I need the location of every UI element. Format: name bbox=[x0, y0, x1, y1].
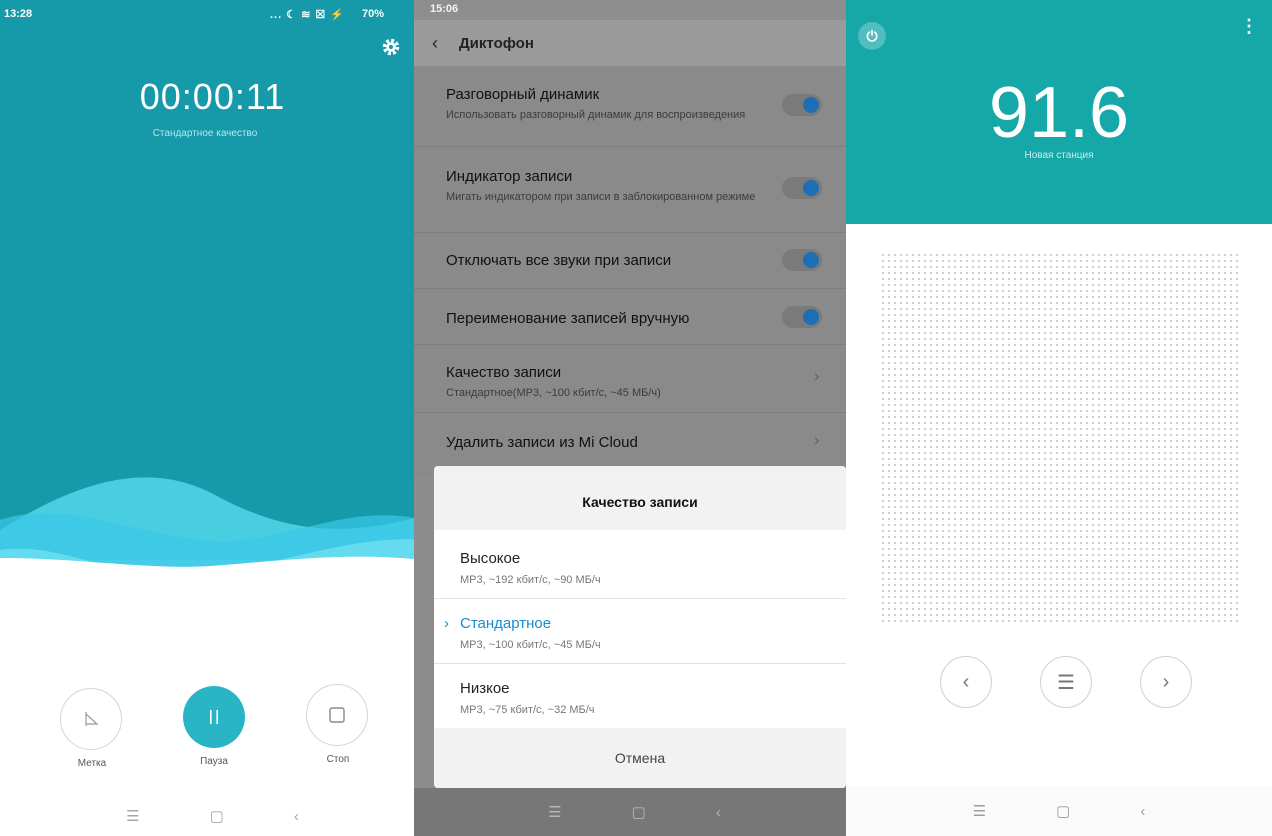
option-low[interactable]: Низкое MP3, ~75 кбит/с, ~32 МБ/ч bbox=[434, 664, 846, 728]
option-standard[interactable]: › Стандартное MP3, ~100 кбит/с, ~45 МБ/ч bbox=[434, 599, 846, 664]
speaker-toggle[interactable] bbox=[782, 94, 822, 116]
list-icon: ☰ bbox=[1057, 671, 1075, 694]
chevron-right-icon: › bbox=[1162, 670, 1170, 693]
recording-quality: Стандартное качество bbox=[152, 128, 258, 139]
chevron-right-icon: › bbox=[814, 368, 820, 385]
status-icons: ... ☾ ≋ ☒ ⚡ bbox=[270, 9, 346, 21]
settings-list: Разговорный динамик Использовать разгово… bbox=[414, 66, 855, 476]
back-arrow-icon[interactable]: ‹ bbox=[432, 33, 438, 54]
stop-icon bbox=[329, 707, 345, 723]
indicator-toggle[interactable] bbox=[782, 177, 822, 199]
page-title: Диктофон bbox=[459, 35, 534, 52]
power-icon[interactable]: ⏻ bbox=[858, 22, 886, 50]
home-icon[interactable]: ▢ bbox=[210, 807, 224, 825]
option-desc: MP3, ~75 кбит/с, ~32 МБ/ч bbox=[460, 704, 595, 716]
option-high[interactable]: Высокое MP3, ~192 кбит/с, ~90 МБ/ч bbox=[434, 534, 846, 599]
flag-icon bbox=[85, 712, 99, 726]
mute-toggle[interactable] bbox=[782, 249, 822, 271]
navigation-bar: ☰ ▢ ‹ bbox=[846, 786, 1272, 836]
row-title: Отключать все звуки при записи bbox=[446, 252, 672, 269]
frequency-display: 91.6 bbox=[988, 73, 1130, 153]
option-desc: MP3, ~192 кбит/с, ~90 МБ/ч bbox=[460, 574, 601, 586]
pause-label: Пауза bbox=[200, 756, 228, 767]
dialog-header: Качество записи bbox=[434, 466, 846, 530]
settings-row-indicator[interactable]: Индикатор записи Мигать индикатором при … bbox=[414, 146, 855, 233]
row-subtitle: Стандартное(MP3, ~100 кбит/с, ~45 МБ/ч) bbox=[446, 387, 661, 399]
stop-label: Стоп bbox=[326, 754, 350, 765]
settings-screen: 15:06 ‹ Диктофон Разговорный динамик Исп… bbox=[414, 0, 855, 836]
station-list-button[interactable]: ☰ bbox=[1040, 656, 1092, 708]
settings-row-speaker[interactable]: Разговорный динамик Использовать разгово… bbox=[414, 66, 855, 147]
station-name: Новая станция bbox=[1024, 150, 1094, 161]
quality-dialog: Качество записи Высокое MP3, ~192 кбит/с… bbox=[434, 466, 846, 788]
option-desc: MP3, ~100 кбит/с, ~45 МБ/ч bbox=[460, 639, 601, 651]
row-title: Качество записи bbox=[446, 364, 562, 381]
speaker-grille bbox=[880, 252, 1242, 626]
battery-level: 70% bbox=[362, 8, 385, 20]
status-bar: 15:06 bbox=[414, 0, 855, 20]
settings-header: ‹ Диктофон bbox=[414, 20, 855, 66]
row-title: Разговорный динамик bbox=[446, 86, 600, 103]
row-subtitle: Мигать индикатором при записи в заблокир… bbox=[446, 191, 756, 203]
row-subtitle: Использовать разговорный динамик для вос… bbox=[446, 109, 746, 121]
menu-icon[interactable]: ☰ bbox=[126, 807, 139, 825]
back-icon[interactable]: ‹ bbox=[294, 808, 299, 825]
pause-icon bbox=[210, 710, 218, 724]
mark-button[interactable] bbox=[60, 688, 122, 750]
selected-chevron-icon: › bbox=[444, 615, 449, 632]
recording-timer: 00:00:11 bbox=[139, 76, 286, 117]
status-time: 13:28 bbox=[4, 8, 33, 20]
option-name: Низкое bbox=[460, 680, 510, 697]
navigation-bar: ☰ ▢ ‹ bbox=[414, 788, 855, 836]
chevron-left-icon: ‹ bbox=[962, 670, 970, 693]
row-title: Индикатор записи bbox=[446, 168, 573, 185]
more-vert-icon[interactable]: ⋮ bbox=[1240, 16, 1258, 37]
option-name: Стандартное bbox=[460, 615, 552, 632]
navigation-bar: ☰ ▢ ‹ bbox=[0, 796, 425, 836]
recorder-screen: 13:28 ... ☾ ≋ ☒ ⚡ 70% 00:00:11 Стандартн… bbox=[0, 0, 425, 836]
chevron-right-icon: › bbox=[814, 432, 820, 449]
waveform-graphic bbox=[0, 477, 425, 590]
radio-screen: ⏻ ⋮ 91.6 Новая станция ‹ ☰ › ☰ ▢ ‹ bbox=[846, 0, 1272, 836]
home-icon[interactable]: ▢ bbox=[1056, 802, 1070, 820]
pause-button[interactable] bbox=[183, 686, 245, 748]
dialog-title: Качество записи bbox=[582, 494, 698, 510]
next-station-button[interactable]: › bbox=[1140, 656, 1192, 708]
stop-button[interactable] bbox=[306, 684, 368, 746]
row-title: Переименование записей вручную bbox=[446, 310, 690, 327]
back-icon[interactable]: ‹ bbox=[1140, 803, 1145, 820]
menu-icon[interactable]: ☰ bbox=[548, 803, 561, 821]
settings-row-rename[interactable]: Переименование записей вручную bbox=[414, 288, 855, 345]
cancel-button[interactable]: Отмена bbox=[434, 728, 846, 788]
menu-icon[interactable]: ☰ bbox=[973, 802, 986, 820]
back-icon[interactable]: ‹ bbox=[716, 804, 721, 821]
settings-row-mute[interactable]: Отключать все звуки при записи bbox=[414, 232, 855, 289]
rename-toggle[interactable] bbox=[782, 306, 822, 328]
settings-row-quality[interactable]: Качество записи Стандартное(MP3, ~100 кб… bbox=[414, 344, 855, 413]
home-icon[interactable]: ▢ bbox=[632, 803, 646, 821]
status-time: 15:06 bbox=[430, 3, 459, 15]
mark-label: Метка bbox=[77, 758, 107, 769]
option-name: Высокое bbox=[460, 550, 521, 567]
gear-icon[interactable] bbox=[380, 36, 402, 58]
row-title: Удалить записи из Mi Cloud bbox=[446, 434, 638, 451]
prev-station-button[interactable]: ‹ bbox=[940, 656, 992, 708]
